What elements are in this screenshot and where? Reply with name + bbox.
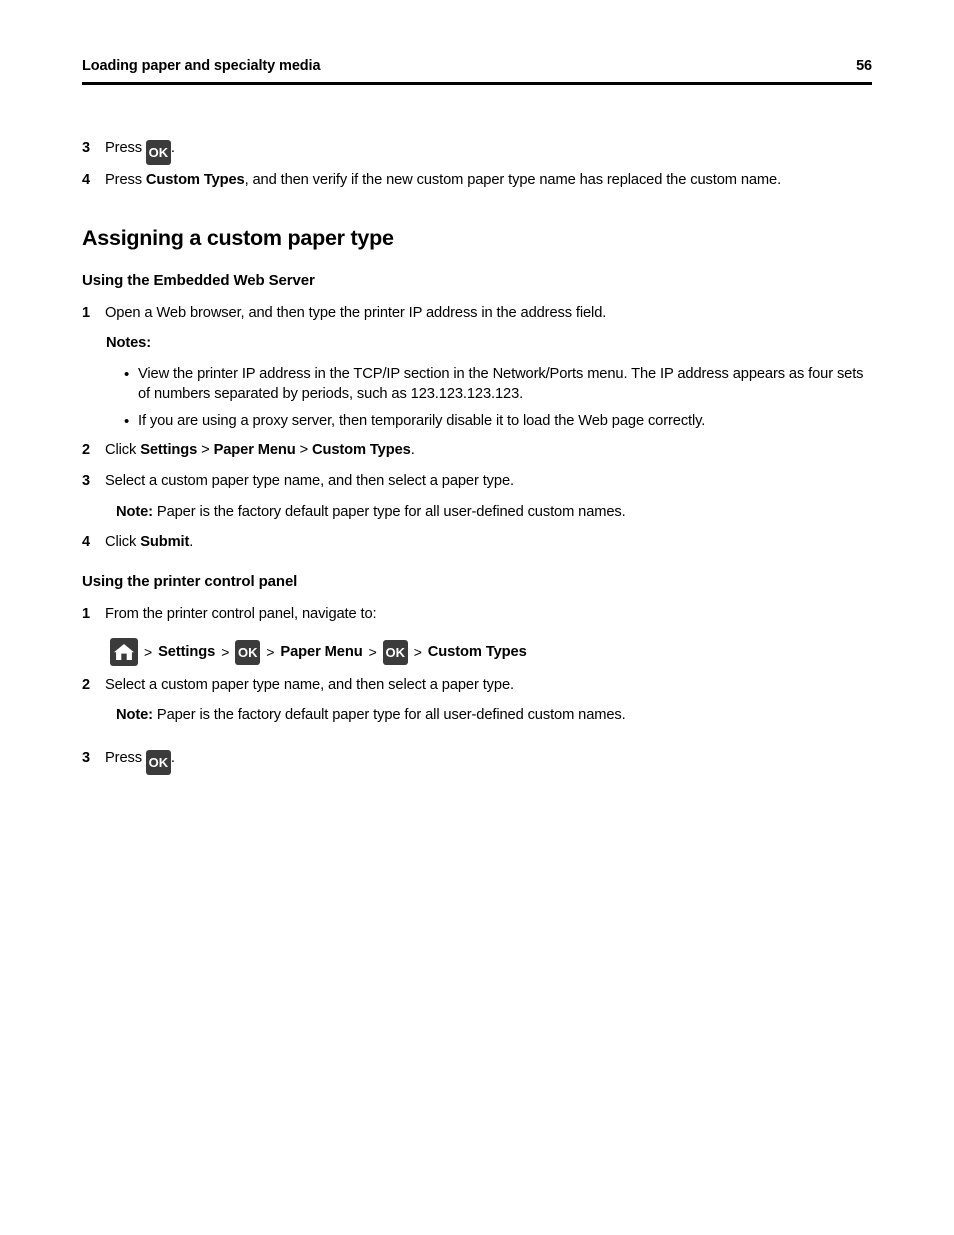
home-icon[interactable]: [110, 638, 138, 666]
bold-term-paper-menu: Paper Menu: [213, 442, 296, 458]
step-text: Select a custom paper type name, and the…: [105, 473, 514, 489]
note-paragraph: Note: Paper is the factory default paper…: [116, 706, 876, 726]
bullet-text: If you are using a proxy server, then te…: [138, 413, 706, 429]
separator: >: [295, 442, 313, 458]
path-item-paper-menu: Paper Menu: [280, 644, 363, 660]
period: .: [170, 750, 175, 766]
path-item-settings: Settings: [158, 644, 216, 660]
header-page-number: 56: [856, 58, 872, 74]
period: .: [170, 140, 175, 156]
press-label: Press: [105, 750, 146, 766]
period: .: [189, 534, 194, 550]
ok-icon[interactable]: OK: [382, 639, 408, 665]
bold-term-submit: Submit: [140, 534, 190, 550]
subsection-heading-control-panel: Using the printer control panel: [82, 573, 298, 590]
ok-icon[interactable]: OK: [235, 639, 261, 665]
text-before: Click: [105, 442, 141, 458]
ok-icon[interactable]: OK: [145, 750, 171, 775]
step-number: 4: [82, 172, 90, 188]
notes-label: Notes:: [106, 335, 151, 351]
step-text: From the printer control panel, navigate…: [105, 606, 377, 622]
ok-icon[interactable]: OK: [145, 140, 171, 165]
list-item: 4 Click Submit.: [82, 533, 872, 553]
header-title: Loading paper and specialty media: [82, 58, 321, 74]
list-item: 3 Press OK.: [82, 749, 175, 775]
bullet-dot-icon: •: [124, 413, 130, 430]
path-separator: >: [144, 644, 153, 660]
list-item: 3 Select a custom paper type name, and t…: [82, 472, 872, 492]
step-number: 4: [82, 534, 90, 550]
path-item-custom-types: Custom Types: [427, 644, 527, 660]
path-separator: >: [266, 644, 275, 660]
path-separator: >: [413, 644, 422, 660]
separator: >: [197, 442, 214, 458]
bold-term-custom-types: Custom Types: [312, 442, 411, 458]
note-label: Note:: [116, 707, 153, 723]
bold-term: Custom Types: [145, 172, 245, 188]
step-text: Press Custom Types, and then verify if t…: [105, 171, 781, 191]
bold-term-settings: Settings: [140, 442, 198, 458]
path-separator: >: [221, 644, 230, 660]
header-divider: [82, 82, 872, 85]
step-number: 3: [82, 140, 90, 156]
text-before: Press: [105, 172, 146, 188]
step-text: Open a Web browser, and then type the pr…: [105, 305, 607, 321]
step-number: 1: [82, 305, 90, 321]
page-header: Loading paper and specialty media 56: [82, 58, 872, 75]
text-after: , and then verify if the new custom pape…: [244, 172, 782, 188]
step-text: Press OK.: [105, 139, 175, 165]
step-number: 2: [82, 677, 90, 693]
period: .: [410, 442, 415, 458]
note-paragraph: Note: Paper is the factory default paper…: [116, 503, 876, 523]
note-text: Paper is the factory default paper type …: [152, 707, 626, 723]
list-item: 4 Press Custom Types, and then verify if…: [82, 171, 872, 191]
bullet-dot-icon: •: [124, 366, 130, 383]
bullet-text: View the printer IP address in the TCP/I…: [138, 366, 864, 402]
step-text: Select a custom paper type name, and the…: [105, 677, 514, 693]
list-item: 3 Press OK.: [82, 139, 175, 165]
step-number: 3: [82, 473, 90, 489]
note-text: Paper is the factory default paper type …: [152, 504, 626, 520]
page-title: Assigning a custom paper type: [82, 226, 394, 250]
navigation-path: > Settings > OK > Paper Menu > OK > Cust…: [110, 638, 527, 666]
list-item: • View the printer IP address in the TCP…: [124, 365, 872, 405]
list-item: 1 From the printer control panel, naviga…: [82, 605, 872, 625]
step-text: Press OK.: [105, 749, 175, 775]
list-item: 2 Select a custom paper type name, and t…: [82, 676, 872, 696]
step-number: 2: [82, 442, 90, 458]
list-item: • If you are using a proxy server, then …: [124, 412, 872, 432]
subsection-heading-web-server: Using the Embedded Web Server: [82, 272, 315, 289]
step-text: Click Settings > Paper Menu > Custom Typ…: [105, 441, 415, 461]
note-label: Note:: [116, 504, 153, 520]
step-text: Click Submit.: [105, 533, 193, 553]
list-item: 2 Click Settings > Paper Menu > Custom T…: [82, 441, 872, 461]
step-number: 3: [82, 750, 90, 766]
document-page: Loading paper and specialty media 56 3 P…: [0, 0, 954, 1235]
press-label: Press: [105, 140, 146, 156]
step-number: 1: [82, 606, 90, 622]
text-before: Click: [105, 534, 141, 550]
path-separator: >: [368, 644, 377, 660]
list-item: 1 Open a Web browser, and then type the …: [82, 304, 872, 324]
